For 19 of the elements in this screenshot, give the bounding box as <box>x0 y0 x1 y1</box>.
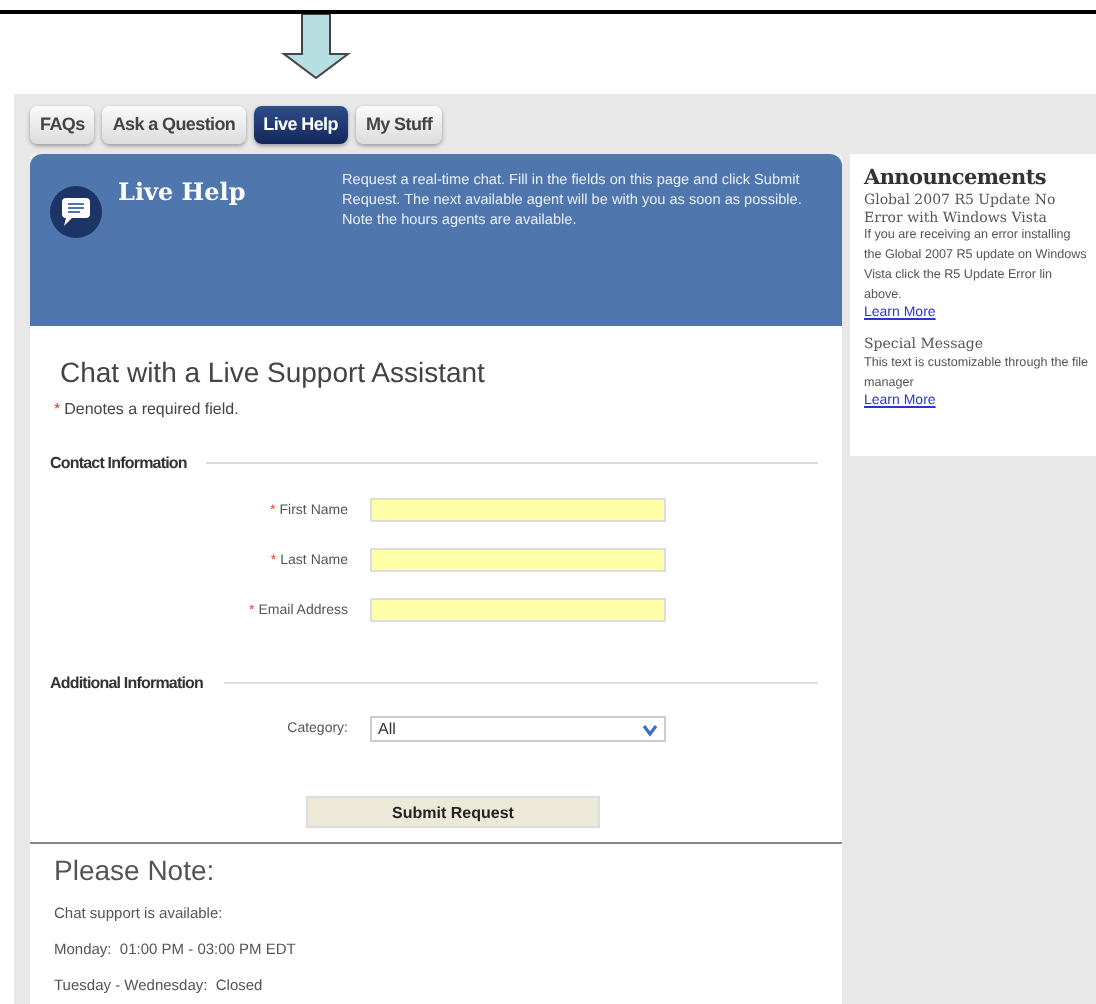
input-field[interactable] <box>370 548 666 572</box>
down-arrow-icon <box>280 14 352 80</box>
form-title: Chat with a Live Support Assistant <box>60 356 487 388</box>
category-dropdown[interactable]: All <box>370 716 666 742</box>
section-title: Additional Information <box>50 674 204 692</box>
required-note: * Denotes a required field. <box>54 400 241 418</box>
chat-bubble-icon <box>50 186 102 238</box>
tab[interactable]: My Stuff <box>355 106 443 144</box>
submit-button[interactable]: Submit Request <box>306 796 600 828</box>
tab[interactable]: Live Help <box>253 106 348 144</box>
announcements-title: Announcements <box>864 166 1049 190</box>
banner-title: Live Help <box>118 178 248 210</box>
section-title: Contact Information <box>50 454 187 472</box>
input-field[interactable] <box>370 498 666 522</box>
tab[interactable]: FAQs <box>30 106 95 144</box>
tab[interactable]: Ask a Question <box>102 106 246 144</box>
chevron-down-icon <box>642 721 658 737</box>
note-title: Please Note: <box>54 854 217 886</box>
input-field[interactable] <box>370 598 666 622</box>
